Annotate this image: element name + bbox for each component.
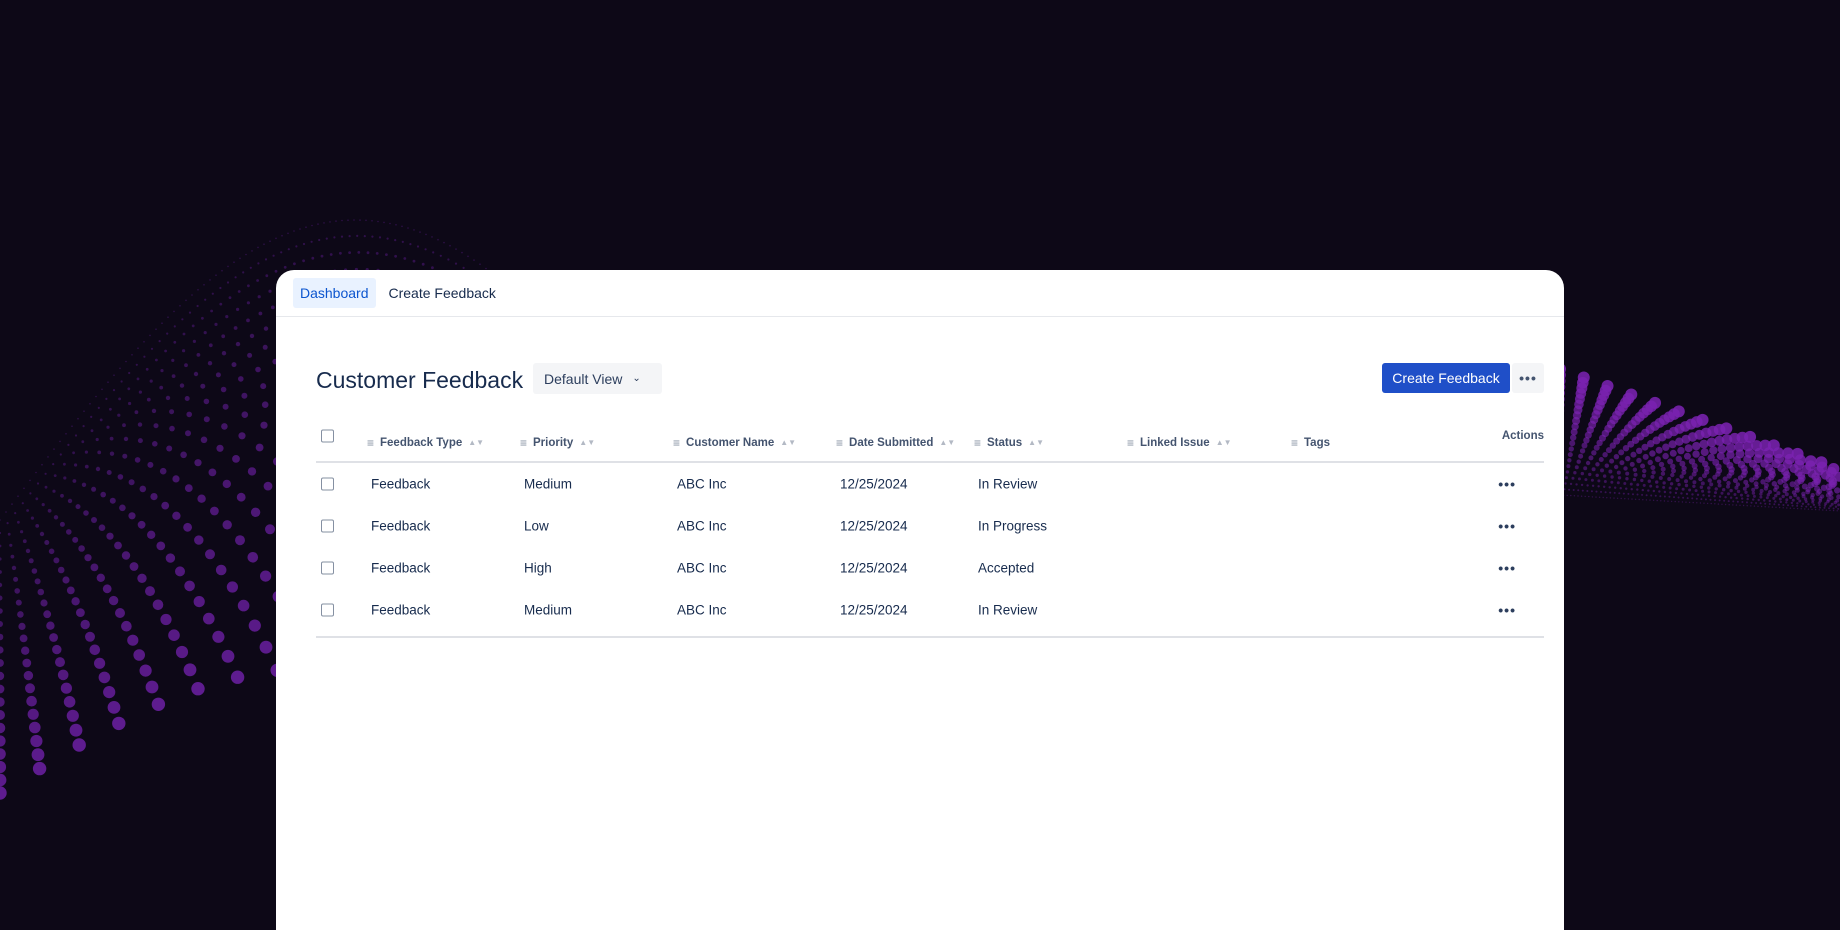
create-feedback-button[interactable]: Create Feedback [1382,363,1510,393]
cell-customer: ABC Inc [677,602,727,618]
cell-priority: Low [524,518,549,534]
more-horizontal-icon: ••• [1498,560,1516,576]
table-row[interactable]: Feedback Medium ABC Inc 12/25/2024 In Review… [316,589,1544,631]
filter-icon[interactable]: ≡ [836,436,843,450]
more-horizontal-icon: ••• [1519,370,1537,386]
filter-icon[interactable]: ≡ [1291,436,1298,450]
cell-date: 12/25/2024 [840,476,908,492]
cell-customer: ABC Inc [677,518,727,534]
cell-status: In Review [978,476,1038,492]
cell-status: In Progress [978,518,1048,534]
cell-date: 12/25/2024 [840,602,908,618]
row-checkbox[interactable] [321,477,334,491]
sort-icon[interactable]: ▲▼ [1028,438,1044,447]
cell-type: Feedback [371,518,431,534]
row-actions-button[interactable]: ••• [1498,602,1516,618]
cell-priority: Medium [524,476,573,492]
column-header-tags[interactable]: ≡ Tags [1291,436,1330,450]
column-header-linked-issue[interactable]: ≡ Linked Issue ▲▼ [1127,436,1232,450]
cell-date: 12/25/2024 [840,518,908,534]
row-actions-button[interactable]: ••• [1498,560,1516,576]
table-row[interactable]: Feedback Low ABC Inc 12/25/2024 In Progress •… [316,505,1544,547]
more-horizontal-icon: ••• [1498,476,1516,492]
row-checkbox[interactable] [321,561,334,575]
feedback-table: ≡ Feedback Type ▲▼ ≡ Priority ▲▼ ≡ Customer N… [316,415,1544,638]
more-options-button[interactable]: ••• [1512,363,1544,393]
cell-date: 12/25/2024 [840,560,908,576]
column-header-date-submitted[interactable]: ≡ Date Submitted ▲▼ [836,436,955,450]
table-body: Feedback Medium ABC Inc 12/25/2024 In Review… [316,463,1544,638]
table-row[interactable]: Feedback Medium ABC Inc 12/25/2024 In Review… [316,463,1544,505]
app-window: Dashboard Create Feedback Customer Feedb… [276,270,1564,930]
tab-create-feedback[interactable]: Create Feedback [382,278,503,308]
cell-status: Accepted [978,560,1035,576]
cell-type: Feedback [371,602,431,618]
filter-icon[interactable]: ≡ [1127,436,1134,450]
column-header-customer-name[interactable]: ≡ Customer Name ▲▼ [673,436,796,450]
cell-customer: ABC Inc [677,476,727,492]
sort-icon[interactable]: ▲▼ [780,438,796,447]
cell-priority: High [524,560,552,576]
sort-icon[interactable]: ▲▼ [468,438,484,447]
cell-type: Feedback [371,560,431,576]
column-header-actions: Actions [1501,429,1544,442]
filter-icon[interactable]: ≡ [673,436,680,450]
cell-priority: Medium [524,602,573,618]
column-header-status[interactable]: ≡ Status ▲▼ [974,436,1044,450]
select-all-checkbox[interactable] [321,429,334,443]
sort-icon[interactable]: ▲▼ [939,438,955,447]
sort-icon[interactable]: ▲▼ [1216,438,1232,447]
top-nav: Dashboard Create Feedback [276,270,1564,317]
row-checkbox[interactable] [321,519,334,533]
row-actions-button[interactable]: ••• [1498,518,1516,534]
table-header: ≡ Feedback Type ▲▼ ≡ Priority ▲▼ ≡ Customer N… [316,415,1544,463]
row-checkbox[interactable] [321,603,334,617]
filter-icon[interactable]: ≡ [367,436,374,450]
view-select-label: Default View [544,370,623,387]
page-title: Customer Feedback [316,367,524,393]
tab-dashboard[interactable]: Dashboard [293,278,376,308]
column-header-feedback-type[interactable]: ≡ Feedback Type ▲▼ [367,436,484,450]
table-row[interactable]: Feedback High ABC Inc 12/25/2024 Accepted ••• [316,547,1544,589]
more-horizontal-icon: ••• [1498,602,1516,618]
cell-type: Feedback [371,476,431,492]
view-select[interactable]: Default View ⌄ [533,363,662,394]
sort-icon[interactable]: ▲▼ [579,438,595,447]
filter-icon[interactable]: ≡ [520,436,527,450]
column-header-priority[interactable]: ≡ Priority ▲▼ [520,436,595,450]
cell-customer: ABC Inc [677,560,727,576]
filter-icon[interactable]: ≡ [974,436,981,450]
row-actions-button[interactable]: ••• [1498,476,1516,492]
chevron-down-icon: ⌄ [632,373,641,384]
more-horizontal-icon: ••• [1498,518,1516,534]
cell-status: In Review [978,602,1038,618]
